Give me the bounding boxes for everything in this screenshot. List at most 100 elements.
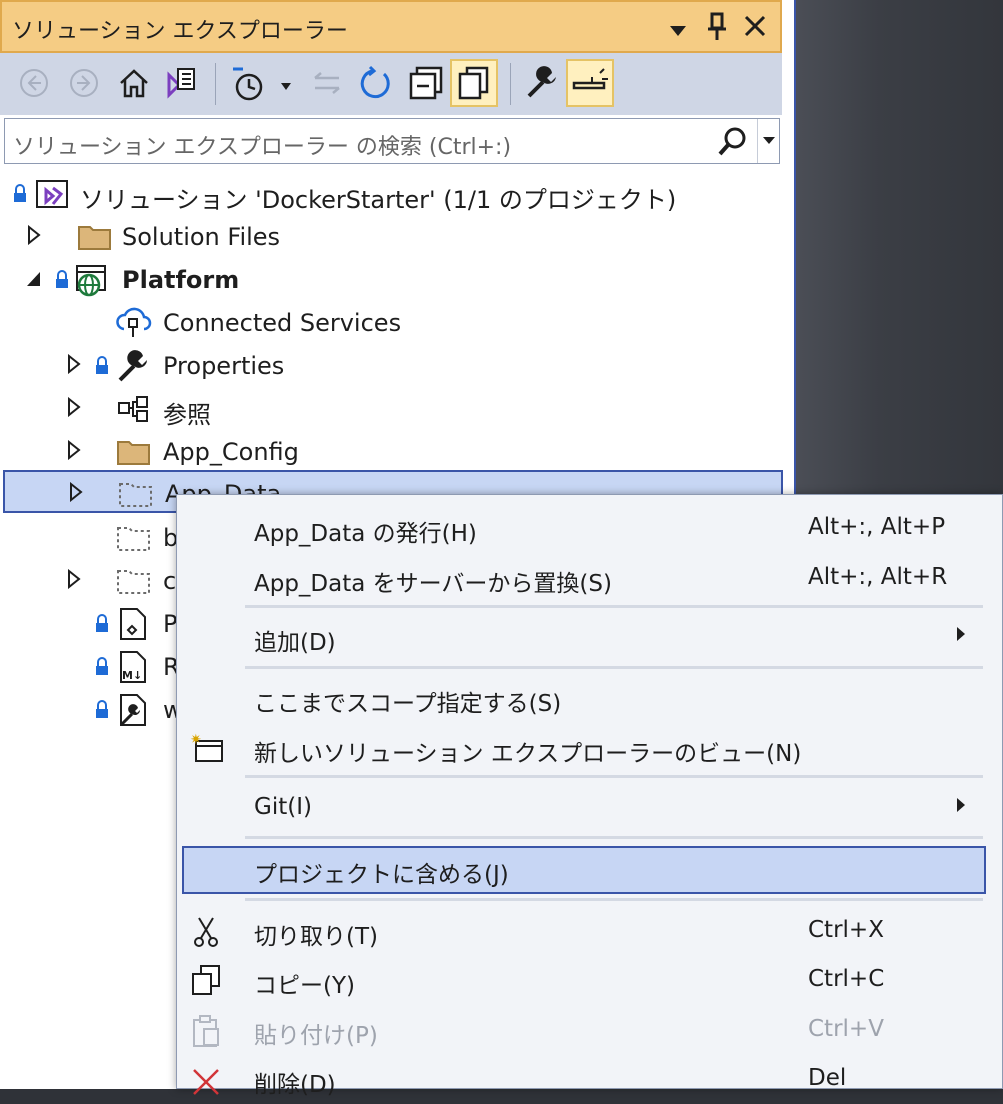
paste-icon: [189, 1013, 225, 1049]
menu-item-label: 貼り付け(P): [254, 1023, 378, 1049]
tree-label: 参照: [163, 401, 211, 429]
expand-arrow-icon[interactable]: [67, 439, 81, 465]
menu-item-label: App_Data の発行(H): [254, 521, 477, 547]
collapse-arrow-icon[interactable]: [26, 268, 42, 293]
submenu-arrow-icon: [956, 626, 966, 646]
tree-label: Properties: [163, 352, 285, 380]
menu-separator: [245, 775, 983, 778]
menu-item-replace-from-server[interactable]: App_Data をサーバーから置換(S) Alt+:, Alt+R: [177, 555, 1003, 603]
expand-arrow-icon[interactable]: [67, 396, 81, 422]
svg-text:✷: ✷: [190, 732, 202, 748]
menu-item-include-in-project[interactable]: プロジェクトに含める(J): [182, 846, 986, 894]
menu-item-copy[interactable]: コピー(Y) Ctrl+C: [177, 957, 1003, 1005]
web-project-icon: [74, 262, 110, 298]
expand-arrow-icon[interactable]: [27, 224, 41, 250]
tree-row-app-config[interactable]: App_Config: [0, 430, 782, 473]
collapse-all-icon[interactable]: [402, 59, 450, 107]
tree-label: Platform: [122, 266, 240, 294]
menu-separator: [245, 605, 983, 608]
menu-item-label: Git(I): [254, 794, 312, 820]
scissors-icon: [189, 914, 225, 950]
menu-item-cut[interactable]: 切り取り(T) Ctrl+X: [177, 908, 1003, 956]
lock-icon: [13, 182, 27, 210]
menu-item-publish[interactable]: App_Data の発行(H) Alt+:, Alt+P: [177, 505, 1003, 553]
tree-label: App_Config: [163, 438, 299, 466]
menu-item-label: プロジェクトに含める(J): [254, 862, 509, 888]
toolbar-separator: [215, 63, 216, 105]
menu-item-label: ここまでスコープ指定する(S): [254, 691, 562, 717]
close-icon[interactable]: [743, 14, 767, 44]
tree-label: Solution Files: [122, 223, 281, 251]
pending-changes-filter-icon[interactable]: [225, 59, 295, 107]
lock-icon: [55, 268, 69, 296]
menu-item-label: 新しいソリューション エクスプローラーのビュー(N): [254, 741, 802, 767]
menu-item-scope-to-this[interactable]: ここまでスコープ指定する(S): [177, 675, 1003, 723]
expand-arrow-icon[interactable]: [67, 568, 81, 594]
markdown-file-icon: M↓: [116, 649, 152, 685]
show-all-files-icon[interactable]: [450, 59, 498, 107]
menu-item-delete[interactable]: 削除(D) Del: [177, 1056, 1003, 1104]
menu-separator: [245, 898, 983, 901]
menu-item-label: コピー(Y): [254, 973, 355, 999]
menu-item-add[interactable]: 追加(D): [177, 614, 1003, 662]
switch-views-icon[interactable]: [158, 59, 206, 107]
menu-separator: [245, 836, 983, 839]
delete-icon: [189, 1062, 225, 1098]
expand-arrow-icon[interactable]: [69, 481, 83, 507]
wrench-icon: [116, 348, 152, 384]
excluded-folder-icon: [116, 563, 152, 599]
pin-icon[interactable]: [706, 12, 728, 48]
preview-icon[interactable]: [566, 59, 614, 107]
dropdown-icon[interactable]: [669, 16, 687, 44]
menu-item-label: 追加(D): [254, 630, 336, 656]
context-menu: App_Data の発行(H) Alt+:, Alt+P App_Data をサ…: [176, 494, 1003, 1098]
tree-row-connected-services[interactable]: Connected Services: [0, 301, 782, 344]
connected-services-icon: [116, 305, 152, 341]
lock-icon: [95, 698, 109, 726]
tree-row-solution[interactable]: ソリューション 'DockerStarter' (1/1 のプロジェクト): [0, 172, 782, 215]
properties-icon[interactable]: [518, 59, 566, 107]
back-icon[interactable]: [10, 59, 58, 107]
folder-icon: [77, 219, 113, 255]
excluded-folder-icon: [118, 476, 154, 512]
search-options-dropdown-icon[interactable]: [757, 119, 780, 163]
file-icon: [116, 606, 152, 642]
home-icon[interactable]: [110, 59, 158, 107]
forward-icon[interactable]: [60, 59, 108, 107]
tree-label: c: [163, 567, 177, 595]
menu-item-shortcut: Ctrl+C: [808, 966, 885, 992]
excluded-folder-icon: [116, 520, 152, 556]
lock-icon: [95, 612, 109, 640]
tree-label-solution: ソリューション 'DockerStarter' (1/1 のプロジェクト): [80, 186, 677, 214]
svg-text:M↓: M↓: [122, 669, 142, 682]
refresh-icon[interactable]: [352, 59, 400, 107]
search-icon[interactable]: [717, 126, 749, 162]
menu-item-label: 切り取り(T): [254, 924, 378, 950]
submenu-arrow-icon: [956, 797, 966, 817]
menu-item-shortcut: Alt+:, Alt+R: [808, 564, 948, 590]
toolbar-separator: [510, 63, 511, 105]
menu-item-shortcut: Del: [808, 1065, 847, 1091]
tree-row-references[interactable]: 参照: [0, 387, 782, 430]
search-input[interactable]: ソリューション エクスプローラー の検索 (Ctrl+:): [13, 129, 511, 161]
new-view-icon: ✷: [189, 731, 225, 767]
menu-item-label: 削除(D): [254, 1072, 336, 1098]
toolbar: [0, 53, 782, 115]
menu-item-paste[interactable]: 貼り付け(P) Ctrl+V: [177, 1007, 1003, 1055]
menu-item-git[interactable]: Git(I): [177, 785, 1003, 833]
sync-icon[interactable]: [303, 59, 351, 107]
folder-icon: [116, 434, 152, 470]
lock-icon: [95, 655, 109, 683]
tree-row-solution-files[interactable]: Solution Files: [0, 215, 782, 258]
search-box[interactable]: ソリューション エクスプローラー の検索 (Ctrl+:): [4, 118, 780, 164]
tree-label: Connected Services: [163, 309, 402, 337]
copy-icon: [189, 963, 225, 999]
menu-item-shortcut: Ctrl+V: [808, 1016, 884, 1042]
tree-row-platform[interactable]: Platform: [0, 258, 782, 301]
menu-item-new-view[interactable]: ✷ 新しいソリューション エクスプローラーのビュー(N): [177, 725, 1003, 773]
panel-title: ソリューション エクスプローラー: [12, 19, 348, 44]
expand-arrow-icon[interactable]: [67, 353, 81, 379]
menu-item-label: App_Data をサーバーから置換(S): [254, 571, 612, 597]
tree-row-properties[interactable]: Properties: [0, 344, 782, 387]
solution-icon: [34, 176, 70, 212]
